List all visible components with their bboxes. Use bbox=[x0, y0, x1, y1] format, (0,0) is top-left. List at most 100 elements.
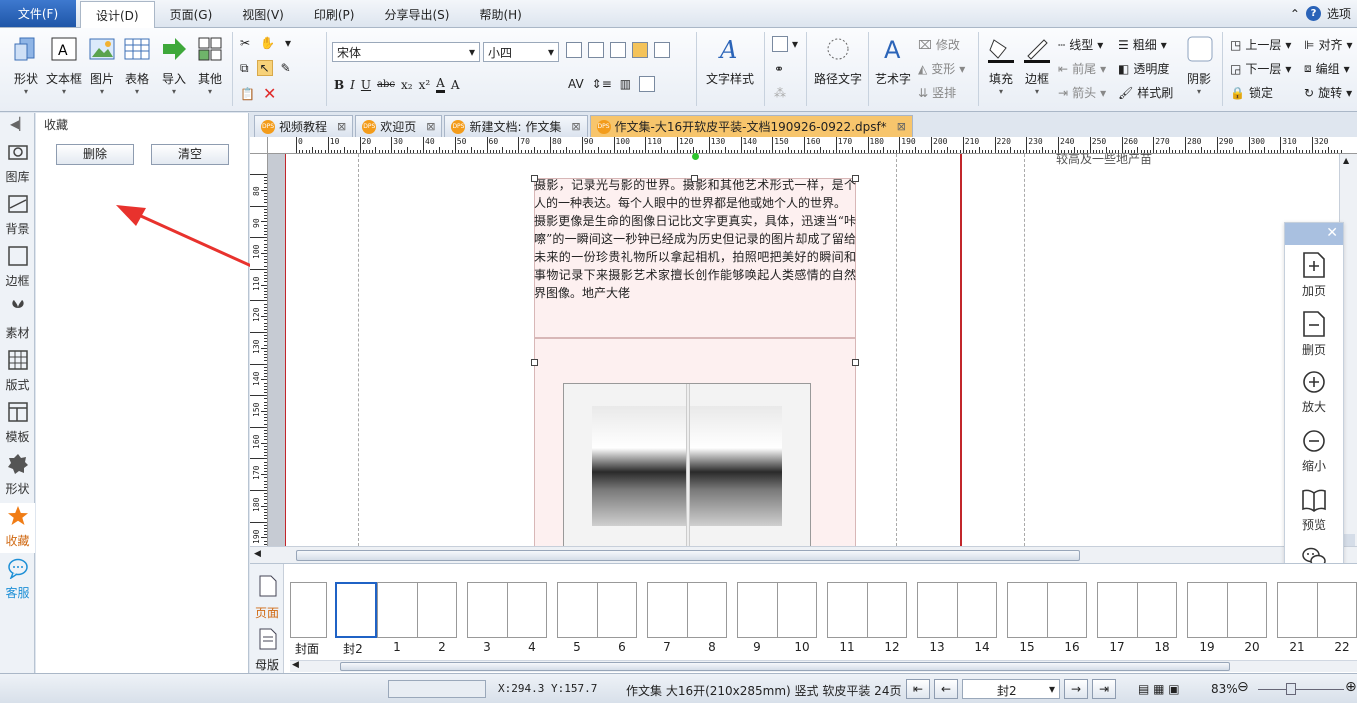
delete-icon[interactable]: ✕ bbox=[263, 84, 276, 103]
textbox-button[interactable]: A 文本框 ▾ bbox=[46, 34, 82, 96]
send-backward[interactable]: ◲ 下一层 ▾ bbox=[1230, 60, 1291, 77]
page-icon[interactable] bbox=[258, 574, 278, 598]
text-content[interactable]: 摄影，记录光与影的世界。摄影和其他艺术形式一样，是个人的一种表达。每个人眼中的世… bbox=[534, 176, 856, 302]
sidebar-item-shape[interactable]: 形状 bbox=[0, 451, 35, 501]
italic-button[interactable]: I bbox=[350, 78, 355, 92]
collapse-ribbon-icon[interactable]: ⌃ bbox=[1290, 7, 1300, 21]
line-type[interactable]: ┄ 线型 ▾ bbox=[1058, 36, 1103, 53]
zoom-slider-thumb[interactable] bbox=[1286, 683, 1296, 695]
document-tab[interactable]: DPS 作文集-大16开软皮平装-文档190926-0922.dpsf* ⊠ bbox=[589, 115, 913, 137]
next-page-button[interactable]: → bbox=[1064, 679, 1088, 699]
horizontal-scrollbar[interactable]: ◀ bbox=[250, 546, 1357, 563]
strikethrough-button[interactable]: abc bbox=[377, 79, 395, 90]
sidebar-item-border[interactable]: 边框 bbox=[0, 243, 35, 293]
horizontal-ruler[interactable]: 0 10 20 30 40 50 60 70 80 90 100 110 120 130 140 150 160… bbox=[268, 137, 1357, 154]
page-thumbnail[interactable] bbox=[917, 582, 997, 638]
sidebar-item-chat[interactable]: 客服 bbox=[0, 555, 35, 605]
rotate-handle[interactable] bbox=[692, 153, 699, 160]
sidebar-item-background[interactable]: 背景 bbox=[0, 191, 35, 241]
photo-book-image[interactable] bbox=[563, 383, 811, 550]
subscript-button[interactable]: x₂ bbox=[401, 78, 413, 92]
text-style-button[interactable]: A 文字样式 bbox=[704, 34, 756, 87]
image-button[interactable]: 图片 ▾ bbox=[86, 34, 118, 96]
fill-button[interactable]: 填充 ▾ bbox=[984, 34, 1018, 96]
transparency[interactable]: ◧ 透明度 bbox=[1118, 60, 1169, 77]
page-select[interactable]: 封2 ▾ bbox=[962, 679, 1060, 699]
sidebar-item-material[interactable]: 素材 bbox=[0, 295, 35, 345]
art-transform[interactable]: ◭ 变形 ▾ bbox=[918, 60, 965, 77]
rotate[interactable]: ↻ 旋转 ▾ bbox=[1304, 84, 1352, 101]
page-tab-label[interactable]: 页面 bbox=[250, 604, 284, 621]
unlink-icon[interactable]: ⁂ bbox=[774, 86, 786, 100]
master-tab-label[interactable]: 母版 bbox=[250, 656, 284, 673]
zoom-in-icon[interactable]: ⊕ bbox=[1345, 679, 1357, 695]
document-tab[interactable]: DPS 新建文档: 作文集 ⊠ bbox=[444, 115, 588, 137]
columns-icon[interactable]: ▥ bbox=[620, 77, 631, 91]
sidebar-item-star[interactable]: 收藏 bbox=[0, 503, 35, 553]
menu-item[interactable]: 视图(V) bbox=[227, 1, 299, 27]
shape-button[interactable]: 形状 ▾ bbox=[8, 34, 44, 96]
sidebar-item-gallery[interactable]: 图库 bbox=[0, 139, 35, 189]
sidebar-item-layout[interactable]: 版式 bbox=[0, 347, 35, 397]
link-box-icon[interactable]: ▾ bbox=[772, 36, 798, 52]
close-icon[interactable]: ✕ bbox=[1326, 225, 1338, 241]
shadow-button[interactable]: 阴影 ▾ bbox=[1182, 34, 1216, 96]
superscript-button[interactable]: x² bbox=[419, 78, 431, 92]
line-spacing-icon[interactable]: ⇕≡ bbox=[592, 77, 612, 91]
menu-item[interactable]: 设计(D) bbox=[80, 1, 155, 28]
bring-forward[interactable]: ◳ 上一层 ▾ bbox=[1230, 36, 1291, 53]
cut-icon[interactable]: ✂ bbox=[240, 36, 250, 50]
document-tab[interactable]: DPS 视频教程 ⊠ bbox=[254, 115, 354, 137]
add-page-button[interactable]: 加页 bbox=[1285, 251, 1343, 299]
line-tail[interactable]: ⇤ 前尾 ▾ bbox=[1058, 60, 1106, 77]
align-right-icon[interactable] bbox=[610, 42, 626, 58]
page-thumbnail[interactable] bbox=[737, 582, 817, 638]
menu-item[interactable]: 帮助(H) bbox=[464, 1, 536, 27]
delete-page-button[interactable]: 删页 bbox=[1285, 310, 1343, 358]
resize-handle[interactable] bbox=[691, 175, 698, 182]
select-arrow-icon[interactable]: ↖ bbox=[256, 60, 273, 76]
clear-button[interactable]: 清空 bbox=[151, 144, 229, 165]
page-thumbnail[interactable] bbox=[557, 582, 637, 638]
scroll-left-icon[interactable]: ◀ bbox=[292, 660, 299, 670]
strip-scrollbar[interactable]: ◀ bbox=[290, 660, 1357, 672]
link-icon[interactable]: ⚭ bbox=[774, 62, 784, 76]
style-brush[interactable]: 🖌 样式刷 bbox=[1118, 84, 1173, 101]
line-weight[interactable]: ☰ 粗细 ▾ bbox=[1118, 36, 1167, 53]
menu-item[interactable]: 分享导出(S) bbox=[369, 1, 464, 27]
prev-page-button[interactable]: ← bbox=[934, 679, 958, 699]
page-thumbnail[interactable] bbox=[1097, 582, 1177, 638]
help-icon[interactable]: ? bbox=[1305, 6, 1321, 21]
menu-item[interactable]: 页面(G) bbox=[155, 1, 228, 27]
sidebar-item-template[interactable]: 模板 bbox=[0, 399, 35, 449]
brush-icon[interactable]: ✎ bbox=[281, 61, 291, 75]
align-distribute-icon[interactable] bbox=[654, 42, 670, 58]
align-left-icon[interactable] bbox=[566, 42, 582, 58]
close-tab-icon[interactable]: ⊠ bbox=[571, 120, 580, 133]
picture-edit-icon[interactable]: ▾ bbox=[285, 36, 291, 50]
last-page-button[interactable]: ⇥ bbox=[1092, 679, 1116, 699]
page-thumbnail[interactable] bbox=[290, 582, 327, 638]
page-thumbnail[interactable] bbox=[377, 582, 457, 638]
options-menu[interactable]: 选项 bbox=[1327, 5, 1351, 22]
scroll-left-icon[interactable]: ◀ bbox=[254, 549, 261, 559]
document-tab[interactable]: DPS 欢迎页 ⊠ bbox=[355, 115, 443, 137]
resize-handle[interactable] bbox=[852, 175, 859, 182]
vertical-ruler[interactable]: 80 90 100 110 120 130 140 150 160 170 180 190 bbox=[250, 154, 268, 546]
close-tab-icon[interactable]: ⊠ bbox=[337, 120, 346, 133]
delete-button[interactable]: 删除 bbox=[56, 144, 134, 165]
underline-button[interactable]: U bbox=[361, 78, 371, 92]
bold-button[interactable]: B bbox=[334, 78, 344, 92]
font-name-select[interactable]: 宋体 ▾ bbox=[332, 42, 480, 62]
import-button[interactable]: 导入 ▾ bbox=[158, 34, 190, 96]
master-page-icon[interactable] bbox=[258, 627, 278, 651]
zoom-out-icon[interactable]: ⊖ bbox=[1237, 679, 1249, 695]
align[interactable]: ⊫ 对齐 ▾ bbox=[1304, 36, 1353, 53]
page-thumbnail[interactable] bbox=[467, 582, 547, 638]
paste-icon[interactable]: 📋 bbox=[240, 87, 255, 101]
art-modify[interactable]: ⌧ 修改 bbox=[918, 36, 960, 53]
first-page-button[interactable]: ⇤ bbox=[906, 679, 930, 699]
resize-handle[interactable] bbox=[531, 359, 538, 366]
other-button[interactable]: 其他 ▾ bbox=[194, 34, 226, 96]
zoom-out-button[interactable]: 缩小 bbox=[1285, 428, 1343, 474]
